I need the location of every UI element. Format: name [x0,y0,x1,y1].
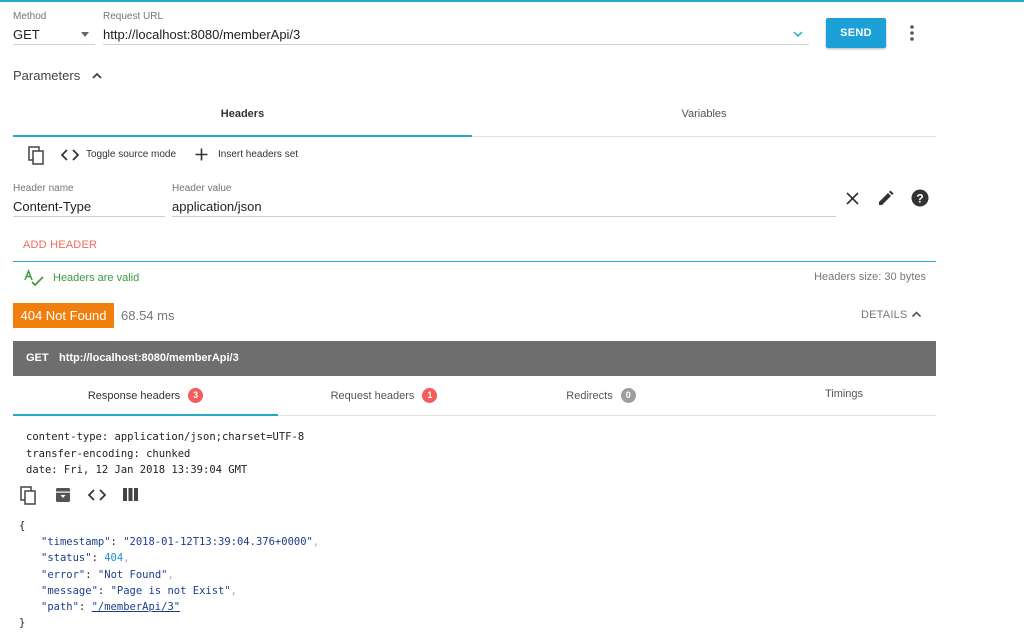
headers-editor-divider [13,261,936,262]
json-value: "Page is not Exist" [110,584,231,597]
json-value: "Not Found" [97,568,168,581]
response-tab-indicator [13,414,278,416]
tab-redirects[interactable]: Redirects 0 [490,388,712,403]
headers-valid-text: Headers are valid [53,272,140,284]
response-header-line: date: Fri, 12 Jan 2018 13:39:04 GMT [26,464,248,476]
url-input[interactable]: http://localhost:8080/memberApi/3 [103,24,809,45]
archive-icon[interactable] [55,487,71,503]
toggle-source-mode-button[interactable]: Toggle source mode [86,149,176,160]
url-value: http://localhost:8080/memberApi/3 [103,27,301,42]
top-accent-line [0,0,1024,2]
pencil-icon[interactable] [877,190,894,207]
url-label: Request URL [103,11,164,22]
json-field: "status": 404, [41,552,130,565]
tab-headers[interactable]: Headers [13,108,472,120]
url-bar-url: http://localhost:8080/memberApi/3 [59,352,239,364]
more-vert-icon[interactable] [907,24,917,42]
help-icon[interactable]: ? [911,189,929,207]
tab-response-headers-label: Response headers [87,390,181,402]
method-label: Method [13,11,47,22]
url-bar-method: GET [26,352,49,364]
caret-down-icon [81,32,89,37]
tab-timings[interactable]: Timings [712,388,976,400]
json-field: "error": "Not Found", [41,568,174,581]
json-value: 404 [104,552,124,565]
response-headers-count-badge: 3 [188,388,204,403]
header-value-value: application/json [172,199,262,214]
chevron-down-icon[interactable] [792,28,804,40]
tab-request-headers-label: Request headers [330,390,415,402]
request-headers-count-badge: 1 [422,388,438,403]
plus-icon[interactable] [195,148,208,161]
tab-variables[interactable]: Variables [472,108,936,120]
json-value: "2018-01-12T13:39:04.376+0000" [123,536,313,549]
header-value-label: Header value [172,183,232,194]
json-field: "message": "Page is not Exist", [41,584,237,597]
json-close-brace: } [19,617,26,630]
headers-size-text: Headers size: 30 bytes [814,271,926,283]
request-url-bar: GET http://localhost:8080/memberApi/3 [13,341,936,376]
spellcheck-icon [24,269,44,287]
status-badge: 404 Not Found [13,303,114,328]
columns-icon[interactable] [123,488,138,501]
json-key: "status" [41,552,92,565]
tab-indicator [13,135,472,137]
close-icon[interactable] [846,192,859,205]
json-key: "path" [41,601,79,614]
svg-text:?: ? [916,192,923,206]
response-headers-list: content-type: application/json;charset=U… [26,429,304,479]
tab-response-headers[interactable]: Response headers 3 [13,388,278,403]
json-path-link[interactable]: "/memberApi/3" [92,601,181,613]
copy-icon[interactable] [20,486,37,505]
method-select[interactable]: GET [13,24,95,45]
chevron-up-icon[interactable] [91,70,103,82]
response-header-line: content-type: application/json;charset=U… [26,431,305,443]
json-open-brace: { [19,520,26,532]
add-header-button[interactable]: ADD HEADER [23,239,97,251]
insert-headers-set-button[interactable]: Insert headers set [218,149,298,160]
json-key: "error" [41,568,86,581]
header-name-label: Header name [13,183,74,194]
tab-request-headers[interactable]: Request headers 1 [278,388,490,403]
copy-icon[interactable] [28,146,45,165]
code-icon[interactable] [88,489,106,501]
parameters-title: Parameters [13,68,81,83]
code-icon[interactable] [61,149,79,161]
json-field: "path": "/memberApi/3" [41,601,181,614]
chevron-up-icon[interactable] [911,309,922,320]
method-value: GET [13,27,40,42]
json-key: "timestamp" [41,536,111,549]
response-body: { "timestamp": "2018-01-12T13:39:04.376+… [19,518,319,631]
redirects-count-badge: 0 [620,388,636,403]
tab-redirects-label: Redirects [566,390,613,402]
details-toggle[interactable]: DETAILS [861,309,907,321]
send-button[interactable]: SEND [826,18,886,48]
response-time: 68.54 ms [121,308,175,323]
response-header-line: transfer-encoding: chunked [26,447,191,460]
header-name-value: Content-Type [13,199,92,214]
header-value-input[interactable]: application/json [172,196,836,217]
json-key: "message" [41,584,98,597]
header-name-input[interactable]: Content-Type [13,196,165,217]
json-field: "timestamp": "2018-01-12T13:39:04.376+00… [41,536,320,549]
